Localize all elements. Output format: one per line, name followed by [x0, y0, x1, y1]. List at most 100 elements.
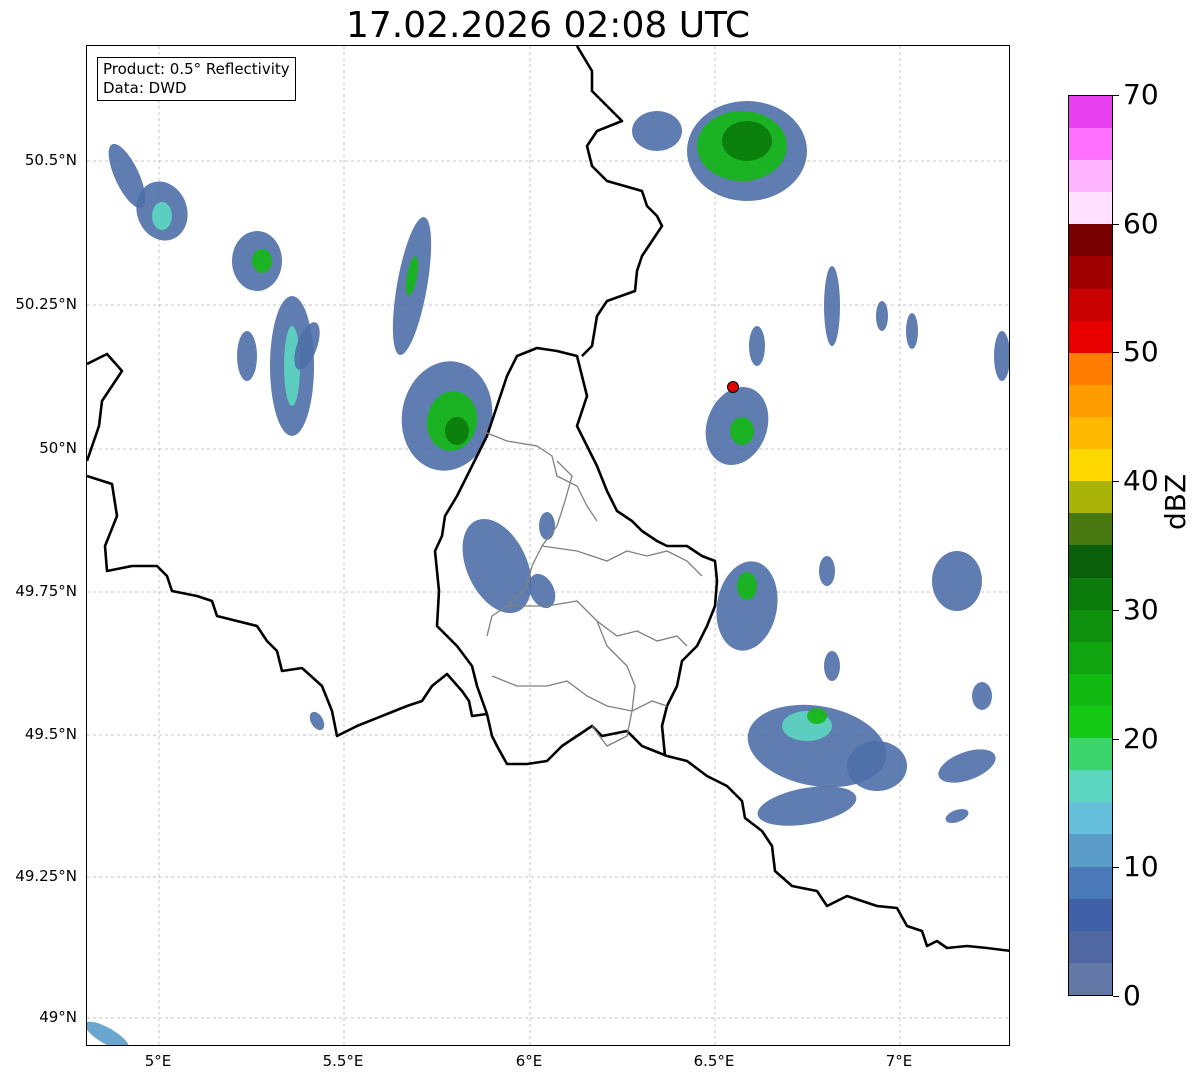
colorbar-tick — [1113, 738, 1119, 740]
lon-label: 6°E — [515, 1052, 543, 1070]
product-info-box: Product: 0.5° Reflectivity Data: DWD — [97, 57, 296, 101]
lon-label: 5.5°E — [322, 1052, 364, 1070]
lat-lon-gridlines — [87, 46, 1009, 1045]
colorbar-tick-label: 70 — [1123, 78, 1159, 111]
colorbar-segment — [1069, 706, 1112, 739]
lat-label: 49.25°N — [15, 867, 77, 885]
echo-cell — [445, 417, 469, 445]
echo-cell — [945, 809, 969, 823]
colorbar-title: dBZ — [1159, 473, 1192, 530]
echo-cell — [906, 313, 918, 349]
canton-lines-6 — [591, 710, 633, 747]
colorbar-segment — [1069, 192, 1112, 225]
colorbar-tick — [1113, 95, 1119, 96]
colorbar-tick — [1113, 609, 1119, 611]
echo-cell — [632, 111, 682, 151]
colorbar-segment — [1069, 770, 1112, 803]
echo-cell — [824, 651, 840, 681]
colorbar — [1068, 95, 1113, 996]
canton-lines-5 — [491, 675, 668, 712]
echo-cell — [737, 572, 757, 600]
echo-cell — [716, 561, 778, 651]
echo-cell — [722, 121, 772, 161]
lat-label: 49°N — [39, 1008, 77, 1026]
border-luxembourg — [485, 713, 668, 766]
colorbar-segment — [1069, 417, 1112, 450]
lon-label: 6.5°E — [693, 1052, 735, 1070]
echo-cell — [757, 786, 857, 826]
canton-lines-3 — [541, 545, 703, 577]
echo-cell — [994, 331, 1009, 381]
lat-label: 50°N — [39, 439, 77, 457]
radar-map[interactable] — [86, 45, 1010, 1046]
echo-cell — [819, 556, 835, 586]
colorbar-segment — [1069, 288, 1112, 321]
colorbar-tick-label: 10 — [1123, 850, 1159, 884]
colorbar-segment — [1069, 673, 1112, 707]
colorbar-segment — [1069, 352, 1112, 385]
colorbar-segment — [1069, 224, 1112, 257]
colorbar-segment — [1069, 320, 1112, 353]
border-belgium-germany — [575, 46, 664, 357]
colorbar-segment — [1069, 834, 1112, 867]
echo-cell — [152, 202, 172, 230]
colorbar-segment — [1069, 95, 1112, 129]
product-label: Product: 0.5° Reflectivity — [103, 60, 290, 78]
colorbar-tick — [1113, 996, 1119, 997]
lat-label: 50.25°N — [15, 295, 77, 313]
colorbar-segment — [1069, 802, 1112, 835]
canton-lines-1 — [481, 430, 598, 522]
echo-cell — [237, 331, 257, 381]
radar-site-marker — [727, 381, 739, 393]
colorbar-tick-label: 0 — [1123, 979, 1141, 1012]
echo-cell — [824, 266, 840, 346]
colorbar-tick — [1113, 223, 1119, 225]
echo-cell — [252, 249, 272, 273]
echo-cell — [807, 708, 827, 724]
colorbar-segment — [1069, 384, 1112, 418]
echo-cell — [749, 326, 765, 366]
lon-label: 7°E — [885, 1052, 913, 1070]
lat-label: 50.5°N — [24, 151, 77, 169]
colorbar-tick — [1113, 481, 1119, 483]
lat-label: 49.5°N — [24, 725, 77, 743]
colorbar-segment — [1069, 866, 1112, 899]
echo-cell — [539, 512, 555, 540]
echo-cell — [932, 551, 982, 611]
colorbar-tick-label: 20 — [1123, 721, 1159, 755]
echo-cell — [730, 417, 754, 445]
echo-cell — [972, 682, 992, 710]
colorbar-segment — [1069, 449, 1112, 482]
colorbar-segment — [1069, 898, 1112, 931]
border-france-north — [87, 474, 488, 738]
colorbar-tick-label: 40 — [1123, 464, 1159, 498]
colorbar-segment — [1069, 128, 1112, 161]
echo-cell — [309, 711, 325, 731]
map-title: 17.02.2026 02:08 UTC — [345, 5, 751, 46]
colorbar-segment — [1069, 609, 1112, 642]
colorbar-segment — [1069, 256, 1112, 289]
colorbar-segment — [1069, 962, 1112, 995]
border-france-belgium — [87, 352, 124, 462]
colorbar-tick-label: 50 — [1123, 335, 1159, 369]
canton-lines-4 — [507, 600, 688, 647]
lon-label: 5°E — [144, 1052, 172, 1070]
colorbar-segment — [1069, 545, 1112, 578]
lat-label: 49.75°N — [15, 582, 77, 600]
colorbar-tick-label: 60 — [1123, 206, 1159, 240]
map-canvas — [87, 46, 1009, 1045]
echo-cell — [847, 741, 907, 791]
data-source-label: Data: DWD — [103, 79, 187, 97]
country-borders — [87, 46, 1009, 953]
colorbar-tick — [1113, 352, 1119, 354]
colorbar-segment — [1069, 481, 1112, 514]
colorbar-segment — [1069, 641, 1112, 674]
echo-cell — [938, 749, 996, 783]
echo-cell — [87, 1021, 130, 1045]
colorbar-segment — [1069, 738, 1112, 771]
colorbar-tick — [1113, 867, 1119, 869]
colorbar-segment — [1069, 577, 1112, 610]
colorbar-segment — [1069, 930, 1112, 963]
echo-cell — [876, 301, 888, 331]
colorbar-segment — [1069, 513, 1112, 546]
